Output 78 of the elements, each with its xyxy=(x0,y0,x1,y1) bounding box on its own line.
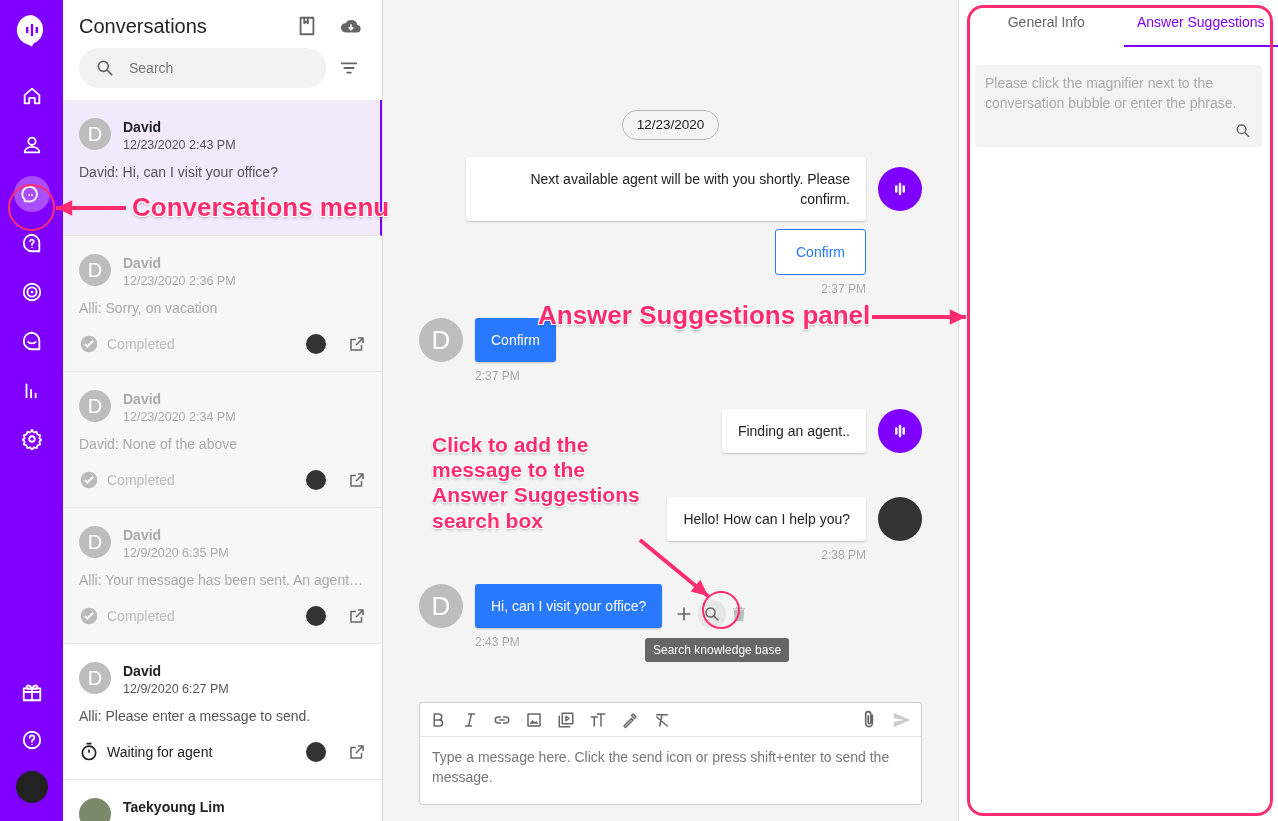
search-field[interactable]: Search xyxy=(79,48,326,88)
avatar: D xyxy=(79,118,111,150)
confirm-button[interactable]: Confirm xyxy=(775,229,866,275)
conversation-time: 12/23/2020 2:43 PM xyxy=(123,137,236,154)
contact-name: David xyxy=(123,526,163,544)
eyedropper-icon xyxy=(621,710,639,729)
photo-placeholder xyxy=(79,798,111,821)
message-time: 2:37 PM xyxy=(475,369,520,383)
message-bubble: Next available agent will be with you shortly. Please confirm. xyxy=(466,157,866,221)
panel-tab[interactable]: Answer Suggestions xyxy=(1123,0,1278,47)
conversation-time: 12/23/2020 2:34 PM xyxy=(123,409,236,426)
stopwatch-icon xyxy=(79,742,99,762)
status-label: Waiting for agent xyxy=(107,742,213,762)
agent-avatar xyxy=(306,742,326,762)
open-external-icon[interactable] xyxy=(348,743,366,761)
avatar: D xyxy=(79,254,111,286)
agent-avatar xyxy=(306,606,326,626)
conversation-time: 12/9/2020 6:35 PM xyxy=(123,545,229,562)
check-circle-icon xyxy=(79,470,99,490)
help-chat-icon xyxy=(20,232,43,254)
agent-avatar xyxy=(306,334,326,354)
status-label: Completed xyxy=(107,334,175,354)
status-label: Completed xyxy=(107,606,175,626)
status-label: Completed xyxy=(107,470,175,490)
avatar: D xyxy=(419,318,463,362)
suggestion-search-box[interactable]: Please click the magnifier next to the conversation bubble or enter the phrase. xyxy=(975,65,1262,147)
avatar: D xyxy=(79,390,111,422)
panel-tab[interactable]: General Info xyxy=(969,0,1124,47)
smile-chat-icon xyxy=(20,330,43,352)
message-preview: Alli: Your message has been sent. An agent… xyxy=(79,571,365,590)
contact-name: Taekyoung Lim xyxy=(123,798,225,816)
message-preview: Alli: Sorry, on vacation xyxy=(79,299,219,318)
contact-name: David xyxy=(123,390,163,408)
message-bubble: Finding an agent.. xyxy=(721,409,866,453)
message-preview: Alli: Please enter a message to send. xyxy=(79,707,312,726)
annotation-text: Click to add the message to the Answer Suggestions search box xyxy=(432,432,641,533)
agent-avatar xyxy=(878,497,922,541)
search-icon[interactable] xyxy=(1234,121,1252,139)
open-external-icon[interactable] xyxy=(348,335,366,353)
list-title: Conversations xyxy=(79,14,207,38)
message-preview: David: Hi, can I visit your office? xyxy=(79,163,279,182)
tooltip: Search knowledge base xyxy=(645,638,790,662)
message-time: 2:38 PM xyxy=(821,547,866,563)
message-composer[interactable]: Type a message here. Click the send icon or press shift+enter to send the message. xyxy=(419,702,922,805)
avatar: D xyxy=(79,526,111,558)
search-icon xyxy=(703,605,722,623)
message-bubble: Hello! How can I help you? xyxy=(667,497,866,541)
check-circle-icon xyxy=(79,334,99,354)
agent-avatar xyxy=(306,470,326,490)
contact-name: David xyxy=(123,254,163,272)
avatar: D xyxy=(419,584,463,628)
open-external-icon[interactable] xyxy=(348,607,366,625)
settings-icon xyxy=(20,428,43,450)
message-preview: David: None of the above xyxy=(79,435,238,454)
search-icon xyxy=(95,58,115,78)
conversation-time: 12/9/2020 6:27 PM xyxy=(123,681,229,698)
suggestion-search-field[interactable]: Please click the magnifier next to the conversation bubble or enter the phrase. xyxy=(985,73,1252,116)
message-bubble: Hi, can I visit your office? xyxy=(475,584,663,628)
check-circle-icon xyxy=(79,606,99,626)
highlight-ring xyxy=(8,184,55,231)
image-icon xyxy=(525,710,543,729)
nav-button[interactable] xyxy=(13,176,50,212)
message-time: 2:37 PM xyxy=(821,281,866,297)
help-icon[interactable] xyxy=(20,729,43,751)
conversation-item[interactable]: D David 12/9/2020 6:27 PM Alli: Please enter a message to send. Waiting for agent xyxy=(63,644,382,780)
conversation-time: 12/23/2020 2:36 PM xyxy=(123,273,236,290)
user-avatar[interactable] xyxy=(15,771,48,803)
message-input[interactable]: Type a message here. Click the send icon or press shift+enter to send the message. xyxy=(420,737,921,803)
open-external-icon[interactable] xyxy=(348,471,366,489)
conversation-item[interactable]: Taekyoung Lim xyxy=(63,780,382,821)
search-button[interactable] xyxy=(698,600,727,628)
radar-icon xyxy=(20,281,43,303)
contact-name: David xyxy=(123,662,163,680)
avatar: D xyxy=(79,662,111,694)
text-size-icon xyxy=(589,710,607,729)
contact-name: David xyxy=(123,118,163,136)
message-time: 2:43 PM xyxy=(475,635,520,649)
video-icon xyxy=(557,710,575,729)
